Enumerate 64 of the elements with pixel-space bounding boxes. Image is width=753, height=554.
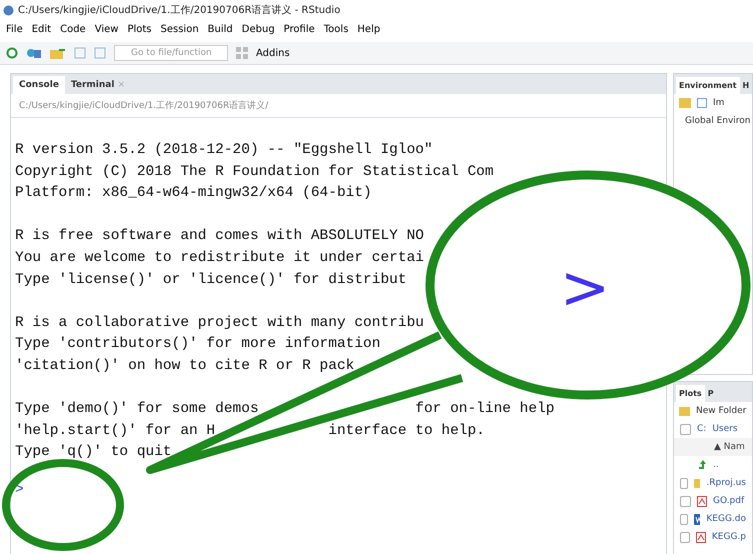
folder-icon bbox=[679, 406, 690, 416]
pane-tab[interactable]: Plots bbox=[676, 385, 705, 402]
environment-selector[interactable]: Global Environ bbox=[685, 116, 751, 126]
menu-item[interactable]: Profile bbox=[284, 24, 315, 38]
console-output-line: You are welcome to redistribute it under certai bbox=[15, 248, 424, 268]
working-directory-path: C:/Users/kingjie/iCloudDrive/1.工作/20190706R语言讲义/ bbox=[11, 94, 666, 118]
console-output-line: R is a collaborative project with many contribu bbox=[15, 314, 424, 333]
file-checkbox[interactable] bbox=[680, 514, 688, 524]
menu-item[interactable]: View bbox=[94, 24, 118, 38]
console-output-line: Type 'license()' or 'licence()' for distribut bbox=[15, 270, 407, 290]
file-checkbox[interactable] bbox=[680, 532, 690, 542]
menu-item[interactable]: Build bbox=[208, 24, 233, 38]
menu-item[interactable]: Debug bbox=[242, 24, 275, 38]
console-output-line: R is free software and comes with ABSOLUTELY NO bbox=[15, 227, 424, 246]
file-name-link[interactable]: .. bbox=[713, 460, 719, 470]
word-file-icon bbox=[694, 514, 700, 524]
import-dataset-button[interactable]: Im bbox=[713, 98, 724, 108]
console-output-line: 'help.start()' for an H bbox=[15, 422, 216, 441]
console-output-line: Type 'demo()' for some demos bbox=[15, 400, 259, 420]
app-icon bbox=[3, 4, 14, 16]
console-output-line: R version 3.5.2 (2018-12-20) -- "Eggshell Igloo" bbox=[15, 141, 433, 160]
file-checkbox[interactable] bbox=[680, 478, 688, 488]
save-icon[interactable] bbox=[74, 47, 86, 59]
pane-tab[interactable]: Terminal × bbox=[64, 76, 131, 94]
folder-icon bbox=[694, 478, 700, 488]
console-output-line: for on-line help bbox=[415, 400, 554, 420]
new-file-icon[interactable] bbox=[6, 47, 18, 59]
menu-item[interactable]: Session bbox=[160, 24, 199, 38]
pane-tab[interactable]: Console bbox=[13, 76, 65, 94]
pdf-file-icon bbox=[696, 532, 706, 542]
console-output-line: Type 'q()' to quit bbox=[15, 443, 172, 462]
file-name-link[interactable]: GO.pdf bbox=[713, 496, 744, 506]
project-icon[interactable] bbox=[26, 47, 42, 59]
console-output-line: Platform: x86_64-w64-mingw32/x64 (64-bit) bbox=[15, 184, 372, 204]
breadcrumb-link[interactable]: Users bbox=[712, 424, 738, 434]
menu-item[interactable]: Edit bbox=[32, 24, 52, 38]
save-icon[interactable] bbox=[697, 98, 707, 108]
pane-tab[interactable]: H bbox=[740, 77, 752, 94]
console-output-line: interface to help. bbox=[328, 422, 485, 441]
file-name-link[interactable]: KEGG.p bbox=[712, 532, 746, 542]
console-output-line: 'citation()' on how to cite R or R pack bbox=[15, 356, 354, 376]
file-checkbox[interactable] bbox=[680, 496, 691, 506]
console-output-line: Type 'contributors()' for more information bbox=[15, 335, 380, 354]
menu-item[interactable]: File bbox=[6, 24, 23, 38]
pane-tab[interactable]: P bbox=[704, 385, 717, 402]
save-all-icon[interactable] bbox=[94, 47, 106, 59]
callout-prompt: > bbox=[560, 253, 610, 323]
console-output-line: Copyright (C) 2018 The R Foundation for Statistical Com bbox=[15, 162, 494, 182]
new-folder-button[interactable]: New Folder bbox=[696, 406, 746, 416]
menu-item[interactable]: Tools bbox=[324, 24, 348, 38]
file-name-link[interactable]: .Rproj.us bbox=[706, 478, 746, 488]
addins-menu[interactable]: Addins bbox=[256, 48, 290, 58]
up-arrow-icon bbox=[697, 460, 707, 470]
grid-icon[interactable] bbox=[236, 47, 248, 59]
open-folder-icon[interactable] bbox=[50, 47, 66, 59]
window-title: C:/Users/kingjie/iCloudDrive/1.工作/20190706R语言讲义 - RStudio bbox=[18, 4, 340, 17]
menu-item[interactable]: Help bbox=[357, 24, 380, 38]
menu-item[interactable]: Plots bbox=[127, 24, 152, 38]
pane-tab[interactable]: Environment bbox=[676, 77, 740, 94]
select-all-checkbox[interactable] bbox=[680, 424, 691, 434]
file-name-link[interactable]: KEGG.do bbox=[706, 514, 746, 524]
breadcrumb-link[interactable]: C: bbox=[697, 424, 706, 434]
pdf-file-icon bbox=[697, 496, 707, 506]
menu-item[interactable]: Code bbox=[60, 24, 86, 38]
